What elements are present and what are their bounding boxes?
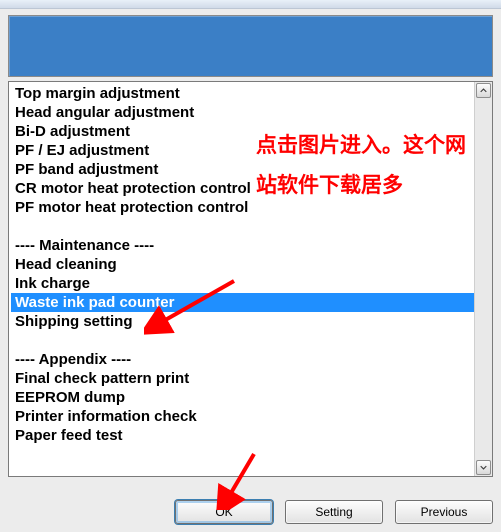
list-item[interactable]: Ink charge [11, 274, 474, 293]
list-item[interactable]: PF motor heat protection control [11, 198, 474, 217]
setting-button-label: Setting [315, 505, 352, 519]
list-item[interactable]: CR motor heat protection control [11, 179, 474, 198]
scroll-track[interactable] [475, 99, 492, 459]
setting-button[interactable]: Setting [285, 500, 383, 524]
list-item[interactable]: EEPROM dump [11, 388, 474, 407]
list-item[interactable]: Top margin adjustment [11, 84, 474, 103]
list-item[interactable] [11, 331, 474, 350]
previous-button[interactable]: Previous [395, 500, 493, 524]
list-item[interactable]: ---- Appendix ---- [11, 350, 474, 369]
list-item[interactable]: Printer information check [11, 407, 474, 426]
scroll-down-button[interactable] [476, 460, 491, 475]
list-item[interactable] [11, 217, 474, 236]
list-item[interactable]: Shipping setting [11, 312, 474, 331]
ok-button-label: OK [215, 505, 232, 519]
list-item[interactable]: PF / EJ adjustment [11, 141, 474, 160]
list-item[interactable]: Head angular adjustment [11, 103, 474, 122]
dialog-window: Top margin adjustmentHead angular adjust… [0, 0, 501, 532]
list-frame: Top margin adjustmentHead angular adjust… [8, 81, 493, 477]
list-item[interactable]: Waste ink pad counter [11, 293, 474, 312]
list-item[interactable]: Paper feed test [11, 426, 474, 445]
scrollbar[interactable] [474, 82, 492, 476]
list-item[interactable]: Head cleaning [11, 255, 474, 274]
list-item[interactable]: Final check pattern print [11, 369, 474, 388]
list-item[interactable]: Bi-D adjustment [11, 122, 474, 141]
adjustment-listbox[interactable]: Top margin adjustmentHead angular adjust… [11, 84, 474, 474]
title-bar [0, 0, 501, 9]
header-panel [8, 15, 493, 77]
chevron-down-icon [480, 464, 487, 471]
list-item[interactable]: ---- Maintenance ---- [11, 236, 474, 255]
list-item[interactable]: PF band adjustment [11, 160, 474, 179]
ok-button[interactable]: OK [175, 500, 273, 524]
chevron-up-icon [480, 87, 487, 94]
button-row: OK Setting Previous [175, 500, 493, 524]
previous-button-label: Previous [421, 505, 468, 519]
scroll-up-button[interactable] [476, 83, 491, 98]
